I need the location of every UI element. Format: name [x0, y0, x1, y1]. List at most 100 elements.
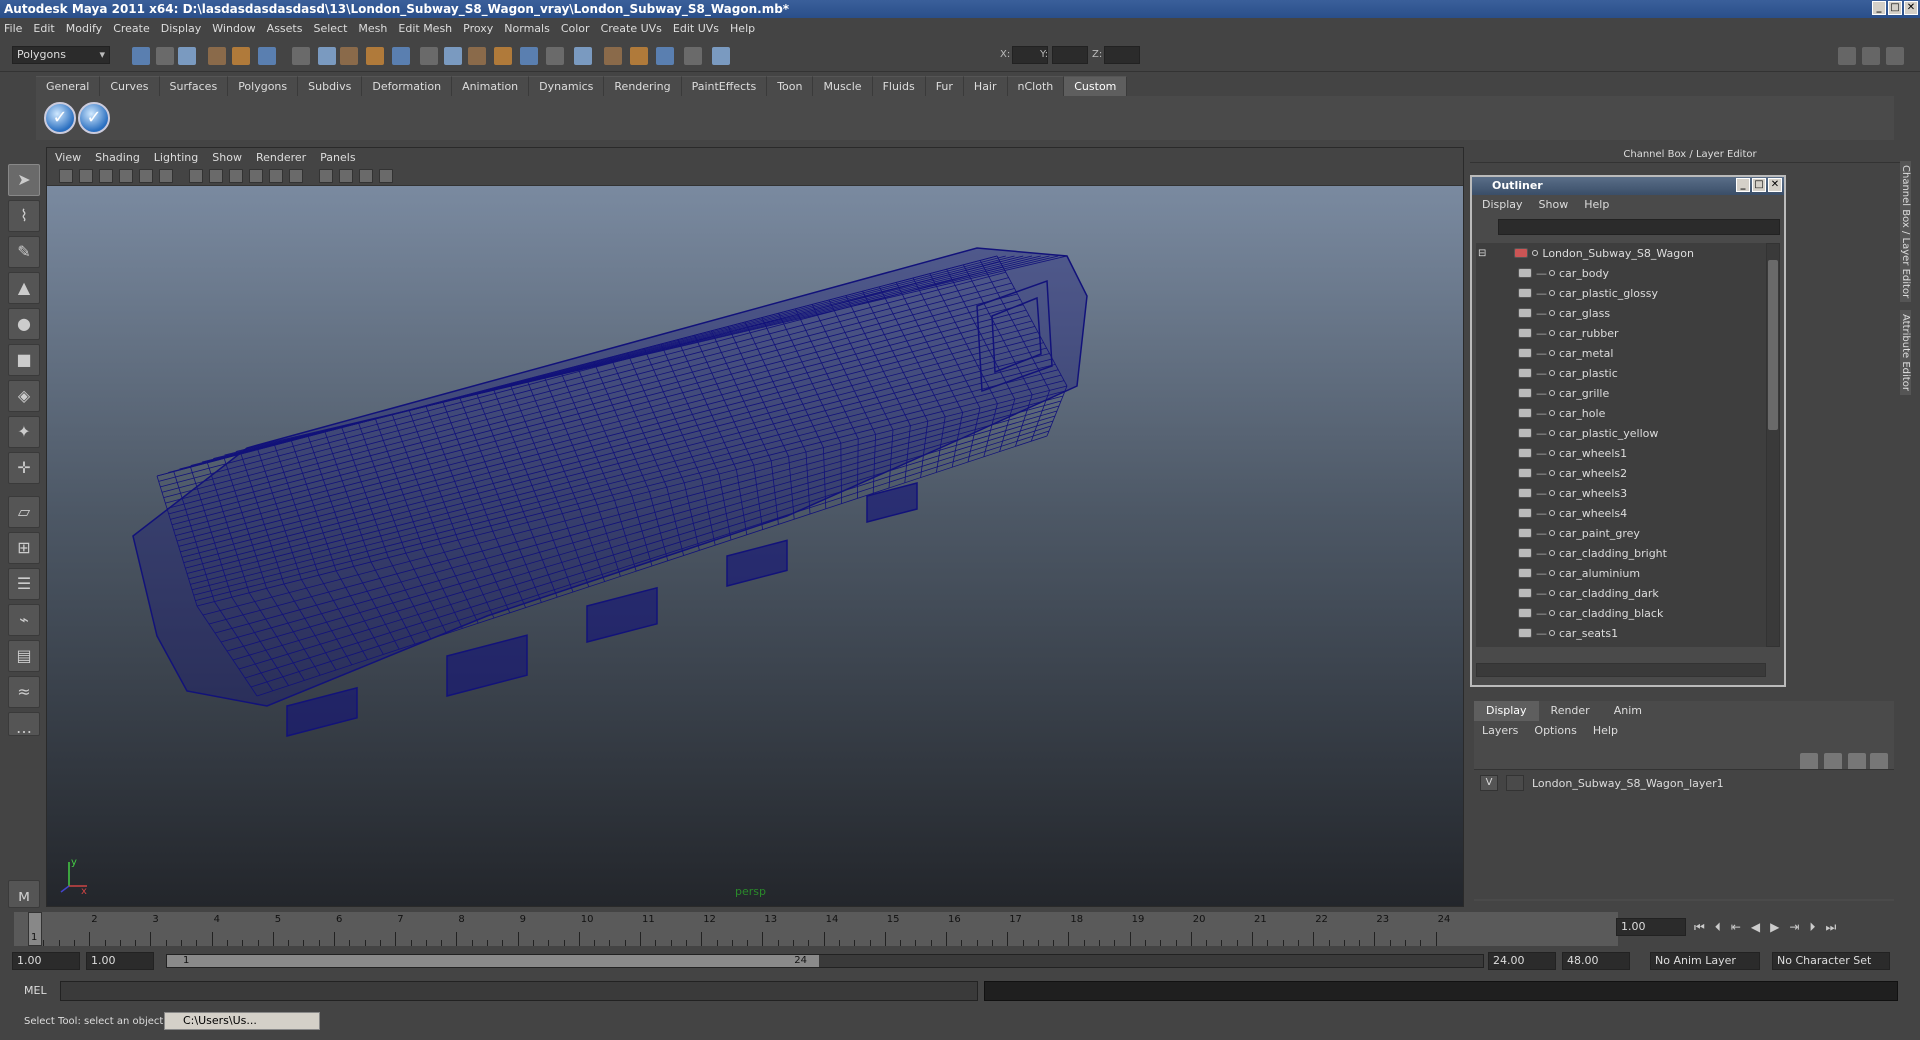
render-icon[interactable] [444, 47, 462, 65]
shelf-tab-general[interactable]: General [36, 76, 101, 96]
more-layouts-icon[interactable]: … [8, 712, 40, 737]
character-set-dropdown[interactable]: No Character Set [1772, 952, 1890, 970]
select-tool-icon[interactable]: ➤ [8, 164, 40, 196]
help-icon[interactable] [546, 47, 564, 65]
outliner-maximize-button[interactable]: □ [1752, 178, 1766, 192]
isolate-icon[interactable] [319, 169, 333, 183]
time-slider[interactable]: 1234567891011121314151617181920212223241 [14, 912, 1618, 946]
outliner-item[interactable]: — car_wheels3 [1476, 483, 1766, 503]
go-to-end-icon[interactable]: ⏭ [1825, 920, 1836, 935]
lights-icon[interactable] [249, 169, 263, 183]
symmetry-icon[interactable] [604, 47, 622, 65]
select-hierarchy-icon[interactable] [132, 47, 150, 65]
lock-icon[interactable] [574, 47, 592, 65]
viewport-menu-renderer[interactable]: Renderer [256, 151, 306, 164]
command-input[interactable] [60, 981, 978, 1001]
layer-menu-options[interactable]: Options [1534, 724, 1576, 737]
menu-normals[interactable]: Normals [504, 22, 550, 35]
menu-create[interactable]: Create [113, 22, 150, 35]
step-back-key-icon[interactable]: ⇤ [1731, 920, 1741, 935]
scroll-thumb[interactable] [1768, 260, 1778, 430]
outliner-item[interactable]: — car_glass [1476, 303, 1766, 323]
shelf-tab-toon[interactable]: Toon [767, 76, 814, 96]
rotate-tool-icon[interactable]: ● [8, 308, 40, 340]
outliner-item[interactable]: — car_grille [1476, 383, 1766, 403]
animation-end-field[interactable]: 48.00 [1562, 952, 1630, 970]
outliner-item[interactable]: — car_body [1476, 263, 1766, 283]
snap-curve-icon[interactable] [318, 47, 336, 65]
side-tab-channel-box[interactable]: Channel Box / Layer Editor [1900, 161, 1911, 303]
range-handle[interactable]: 1 24 [167, 955, 819, 967]
menu-file[interactable]: File [4, 22, 22, 35]
layer-tab-anim[interactable]: Anim [1601, 701, 1654, 721]
resolution-gate-icon[interactable] [159, 169, 173, 183]
outliner-minimize-button[interactable]: _ [1736, 178, 1750, 192]
outliner-item[interactable]: — car_wheels4 [1476, 503, 1766, 523]
save-scene-icon[interactable] [258, 47, 276, 65]
maximize-button[interactable]: □ [1888, 1, 1902, 15]
current-time-indicator[interactable]: 1 [28, 912, 42, 946]
select-object-icon[interactable] [156, 47, 174, 65]
outliner-item[interactable]: — car_cladding_dark [1476, 583, 1766, 603]
show-manipulator-icon[interactable]: ✛ [8, 452, 40, 484]
smooth-shade-icon[interactable] [209, 169, 223, 183]
menu-proxy[interactable]: Proxy [463, 22, 493, 35]
new-scene-icon[interactable] [208, 47, 226, 65]
outliner-item[interactable]: — car_plastic_yellow [1476, 423, 1766, 443]
channel-box-toggle-icon[interactable] [1862, 47, 1880, 65]
outliner-vertical-scrollbar[interactable] [1766, 243, 1780, 647]
all-lights-icon[interactable] [359, 169, 373, 183]
layer-tab-display[interactable]: Display [1474, 701, 1539, 721]
outliner-menu-display[interactable]: Display [1482, 198, 1523, 211]
default-light-icon[interactable] [339, 169, 353, 183]
grid-icon[interactable] [119, 169, 133, 183]
layer-tab-render[interactable]: Render [1538, 701, 1602, 721]
reflection-icon[interactable] [656, 47, 674, 65]
four-view-layout-icon[interactable]: ⊞ [8, 532, 40, 564]
menu-assets[interactable]: Assets [267, 22, 303, 35]
menu-edit-uvs[interactable]: Edit UVs [673, 22, 719, 35]
shelf-tab-fluids[interactable]: Fluids [872, 76, 926, 96]
custom-shelf-check-icon-1[interactable]: ✓ [44, 102, 76, 134]
step-back-icon[interactable]: ⏴ [1715, 920, 1721, 935]
xray-icon[interactable] [289, 169, 303, 183]
shelf-tab-rendering[interactable]: Rendering [604, 76, 682, 96]
layer-menu-layers[interactable]: Layers [1482, 724, 1518, 737]
graph-persp-layout-icon[interactable]: ⌁ [8, 604, 40, 636]
range-bar[interactable]: 1 24 [166, 954, 1484, 968]
outliner-menu-show[interactable]: Show [1539, 198, 1569, 211]
bookmark-icon[interactable] [79, 169, 93, 183]
viewport-menu-lighting[interactable]: Lighting [154, 151, 198, 164]
snap-surface-icon[interactable] [392, 47, 410, 65]
collapse-icon[interactable]: ⊟ [1478, 248, 1486, 259]
outliner-root-item[interactable]: ⊟ London_Subway_S8_Wagon [1476, 243, 1766, 263]
outliner-horizontal-scrollbar[interactable] [1476, 663, 1766, 677]
minimized-window-button[interactable]: C:\Users\Us... [164, 1012, 320, 1030]
outliner-item[interactable]: — car_wheels1 [1476, 443, 1766, 463]
viewport-menu-show[interactable]: Show [212, 151, 242, 164]
outliner-item[interactable]: — car_aluminium [1476, 563, 1766, 583]
outliner-item[interactable]: — car_seats2 [1476, 643, 1766, 648]
outliner-persp-layout-icon[interactable]: ☰ [8, 568, 40, 600]
open-scene-icon[interactable] [232, 47, 250, 65]
outliner-item[interactable]: — car_seats1 [1476, 623, 1766, 643]
side-tab-attribute-editor[interactable]: Attribute Editor [1900, 310, 1911, 396]
construction-history-icon[interactable] [420, 47, 438, 65]
outliner-menu-help[interactable]: Help [1584, 198, 1609, 211]
step-forward-key-icon[interactable]: ⇥ [1789, 920, 1799, 935]
shelf-tab-polygons[interactable]: Polygons [228, 76, 299, 96]
layer-type-toggle[interactable] [1506, 775, 1524, 791]
snap-point-icon[interactable] [340, 47, 358, 65]
film-gate-icon[interactable] [139, 169, 153, 183]
universal-manipulator-icon[interactable]: ◈ [8, 380, 40, 412]
select-component-icon[interactable] [178, 47, 196, 65]
single-view-layout-icon[interactable]: ▱ [8, 496, 40, 528]
step-forward-icon[interactable]: ⏵ [1809, 920, 1815, 935]
scale-tool-icon[interactable]: ■ [8, 344, 40, 376]
outliner-item[interactable]: — car_hole [1476, 403, 1766, 423]
shelf-tab-curves[interactable]: Curves [100, 76, 160, 96]
outliner-filter-field[interactable] [1498, 219, 1780, 235]
graph-editor-layout-icon[interactable]: ≈ [8, 676, 40, 708]
layer-visibility-toggle[interactable]: V [1480, 775, 1498, 791]
outliner-item[interactable]: — car_metal [1476, 343, 1766, 363]
